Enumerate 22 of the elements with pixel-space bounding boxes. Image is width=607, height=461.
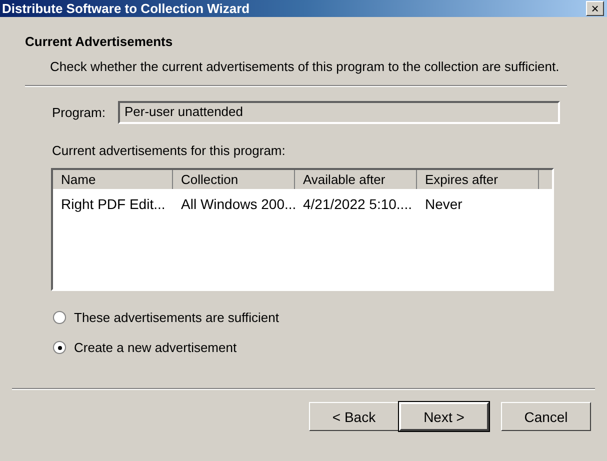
column-header[interactable]: Collection [173, 170, 295, 189]
column-header[interactable]: Expires after [417, 170, 539, 189]
page-description: Check whether the current advertisements of this program to the collection are sufficient. [50, 59, 560, 74]
table-cell-text: All Windows 200... [180, 196, 295, 212]
close-button[interactable]: × [586, 1, 604, 16]
table-cell-text: Never [424, 196, 464, 212]
list-label: Current advertisements for this program: [52, 143, 286, 158]
column-header[interactable]: Available after [295, 170, 417, 189]
radio-button[interactable] [53, 341, 66, 354]
column-header[interactable]: Name [53, 170, 173, 189]
option-label[interactable]: These advertisements are sufficient [74, 310, 279, 325]
table-cell-text: 4/21/2022 5:10.... [302, 196, 413, 212]
program-label: Program: [52, 105, 106, 120]
page-heading: Current Advertisements [25, 34, 174, 49]
wizard-button[interactable]: Cancel [501, 402, 591, 431]
program-field[interactable]: Per-user unattended [118, 101, 560, 124]
wizard-button[interactable]: Next > [399, 402, 489, 431]
window-title: Distribute Software to Collection Wizard [1, 1, 250, 16]
radio-button[interactable] [53, 311, 66, 324]
table-cell-text: Right PDF Edit... [60, 196, 166, 212]
option-label[interactable]: Create a new advertisement [74, 340, 237, 355]
wizard-button[interactable]: < Back [309, 402, 399, 431]
